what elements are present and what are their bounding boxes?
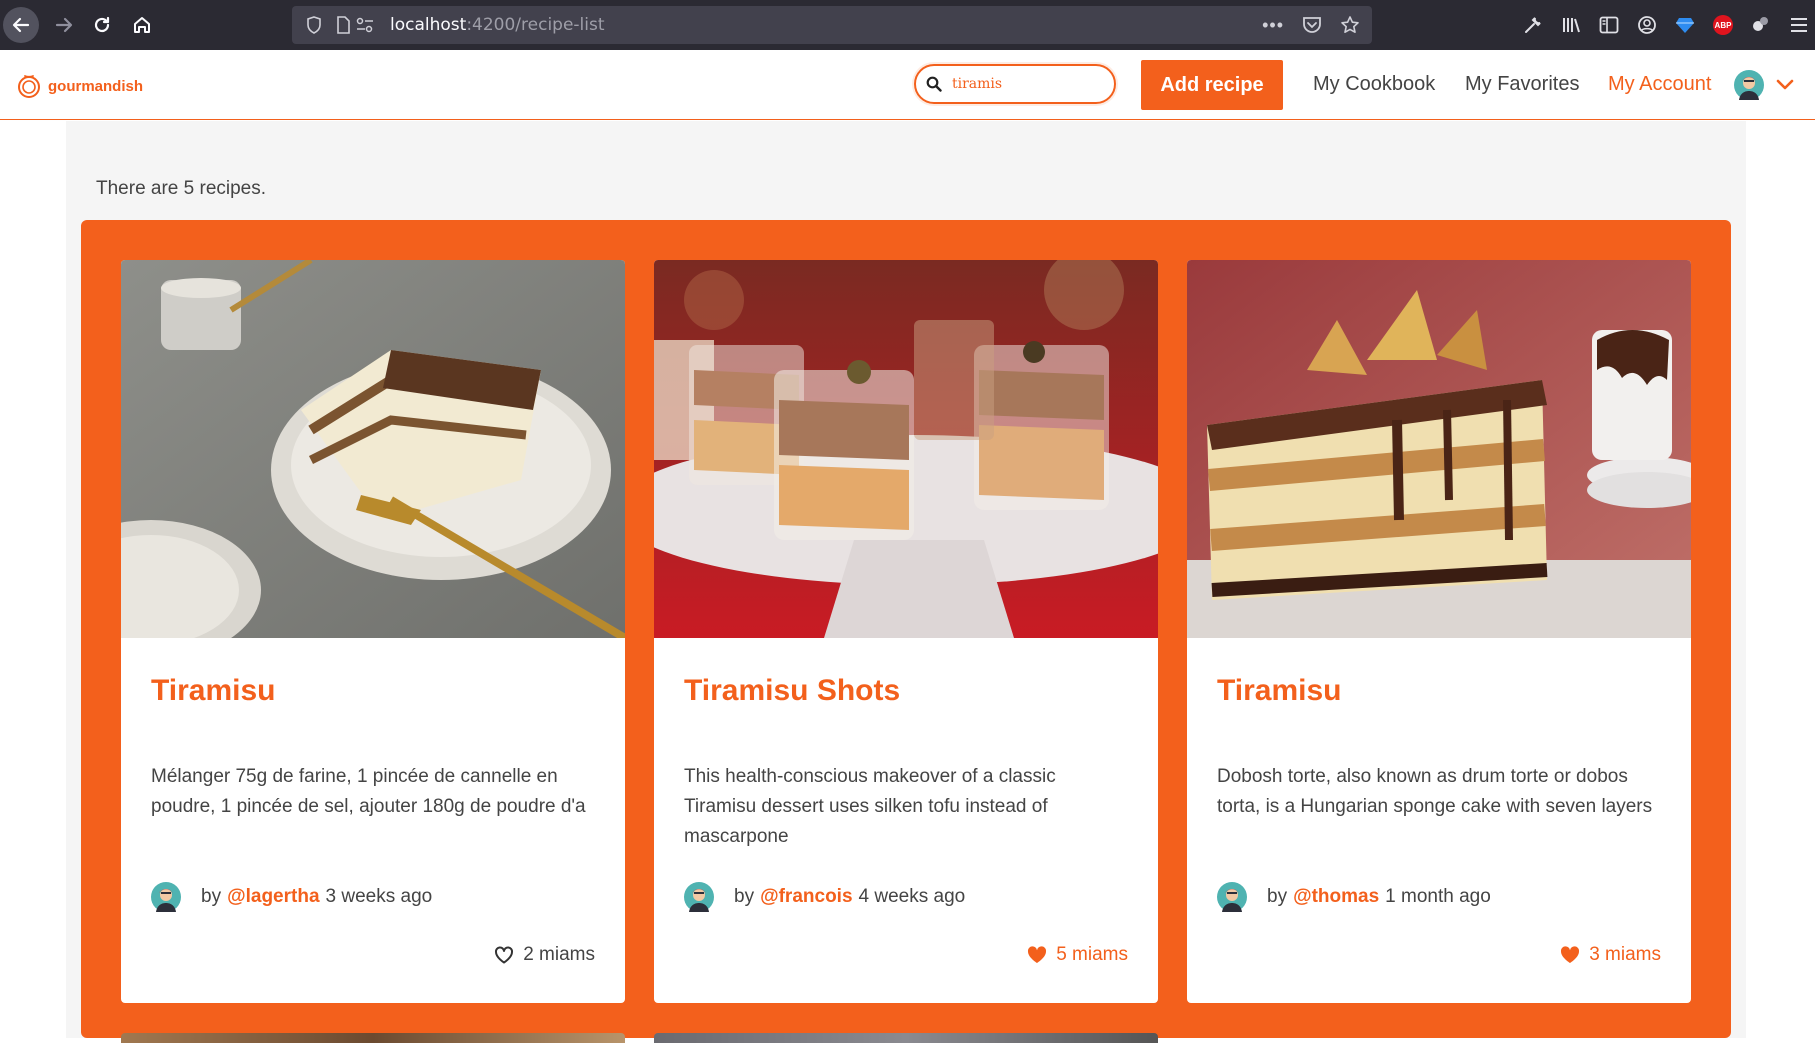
recipe-description: Dobosh torte, also known as drum torte o…: [1217, 766, 1653, 817]
url-host: localhost: [390, 15, 467, 35]
nav-my-favorites[interactable]: My Favorites: [1465, 73, 1579, 96]
sidebar-icon[interactable]: [1599, 16, 1619, 34]
recipe-image[interactable]: [654, 260, 1158, 638]
recipe-count: There are 5 recipes.: [96, 178, 267, 199]
avatar: [1217, 882, 1247, 912]
by-label: by: [201, 886, 222, 907]
heart-outline-icon: [495, 946, 514, 964]
like-button[interactable]: 5 miams: [1027, 944, 1128, 966]
like-button[interactable]: 2 miams: [494, 944, 595, 966]
forward-icon: [55, 17, 73, 33]
author-link[interactable]: @francois: [760, 886, 852, 908]
recipe-card-partial[interactable]: [654, 1033, 1158, 1043]
recipe-card[interactable]: Tiramisu Shots This health-conscious mak…: [654, 260, 1158, 1003]
heart-filled-icon: [1028, 946, 1047, 963]
more-icon[interactable]: •••: [1262, 15, 1284, 36]
recipe-author-row: by @lagertha 3 weeks ago: [151, 882, 432, 912]
url-text: localhost:4200/recipe-list: [390, 15, 605, 35]
url-path: :4200/recipe-list: [466, 15, 605, 35]
shield-icon[interactable]: [306, 16, 322, 34]
recipe-card[interactable]: Tiramisu Dobosh torte, also known as dru…: [1187, 260, 1691, 1003]
avatar: [151, 882, 181, 912]
browser-toolbar: localhost:4200/recipe-list ••• ABP: [0, 0, 1815, 50]
nav-my-account[interactable]: My Account: [1608, 73, 1711, 96]
home-icon: [134, 17, 150, 33]
forward-button[interactable]: [46, 7, 82, 43]
account-circle-icon[interactable]: [1637, 15, 1657, 35]
puzzle-icon[interactable]: [1751, 15, 1771, 35]
back-button[interactable]: [3, 7, 39, 43]
wrench-icon[interactable]: [1523, 15, 1543, 35]
logo-text: gourmandish: [48, 77, 144, 95]
like-count: 5 miams: [1056, 944, 1128, 965]
avatar[interactable]: [1734, 70, 1764, 100]
posted-time: 3 weeks ago: [325, 886, 433, 907]
reload-icon: [94, 16, 110, 33]
permissions-icon[interactable]: [356, 17, 374, 33]
posted-time: 4 weeks ago: [858, 886, 966, 907]
recipe-card[interactable]: Tiramisu Mélanger 75g de farine, 1 pincé…: [121, 260, 625, 1003]
avatar: [684, 882, 714, 912]
logo-icon: [18, 75, 40, 98]
chevron-down-icon[interactable]: [1776, 77, 1794, 91]
like-count: 2 miams: [523, 944, 595, 965]
author-link[interactable]: @lagertha: [227, 886, 319, 908]
search-box[interactable]: [914, 64, 1116, 104]
recipe-card-partial[interactable]: [121, 1033, 625, 1043]
page-icon: [336, 16, 350, 34]
like-count: 3 miams: [1589, 944, 1661, 965]
home-button[interactable]: [124, 7, 160, 43]
recipe-author-row: by @francois 4 weeks ago: [684, 882, 965, 912]
by-label: by: [1267, 886, 1288, 907]
recipe-image[interactable]: [121, 260, 625, 638]
library-icon[interactable]: [1561, 15, 1581, 35]
posted-time: 1 month ago: [1385, 886, 1491, 907]
add-recipe-button[interactable]: Add recipe: [1141, 60, 1283, 110]
author-link[interactable]: @thomas: [1293, 886, 1379, 908]
recipe-description: Mélanger 75g de farine, 1 pincée de cann…: [151, 766, 586, 817]
heart-filled-icon: [1561, 946, 1580, 963]
recipe-author-row: by @thomas 1 month ago: [1217, 882, 1491, 912]
recipe-description: This health-conscious makeover of a clas…: [684, 766, 1056, 847]
bookmark-star-icon[interactable]: [1340, 15, 1360, 35]
app-header: gourmandish Add recipe My Cookbook My Fa…: [0, 50, 1815, 120]
url-bar[interactable]: localhost:4200/recipe-list •••: [292, 6, 1372, 44]
search-input[interactable]: [952, 76, 1102, 92]
pocket-icon[interactable]: [1302, 16, 1322, 34]
diamond-extension-icon[interactable]: [1675, 15, 1695, 35]
search-icon: [926, 76, 942, 92]
recipe-title[interactable]: Tiramisu Shots: [684, 674, 900, 708]
like-button[interactable]: 3 miams: [1560, 944, 1661, 966]
recipe-title[interactable]: Tiramisu: [1217, 674, 1342, 708]
adblock-icon[interactable]: ABP: [1713, 15, 1733, 35]
recipe-image[interactable]: [1187, 260, 1691, 638]
by-label: by: [734, 886, 755, 907]
recipe-title[interactable]: Tiramisu: [151, 674, 276, 708]
back-icon: [12, 17, 30, 33]
reload-button[interactable]: [84, 7, 120, 43]
nav-my-cookbook[interactable]: My Cookbook: [1313, 73, 1435, 96]
menu-icon[interactable]: [1789, 16, 1809, 34]
logo[interactable]: gourmandish: [16, 73, 143, 99]
